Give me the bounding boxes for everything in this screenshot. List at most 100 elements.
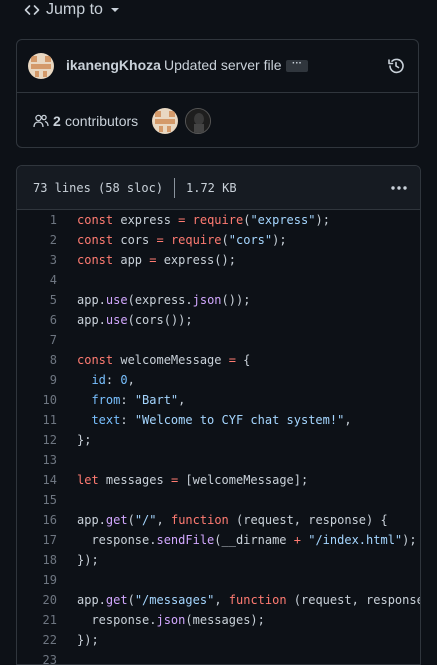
code-text: let messages = [welcomeMessage]; xyxy=(77,473,308,487)
code-line: 4 xyxy=(17,270,420,290)
code-token: text xyxy=(91,413,121,427)
code-icon xyxy=(24,5,40,15)
code-token: cors xyxy=(113,233,157,247)
contributors-count[interactable]: 2 xyxy=(53,113,61,129)
line-number[interactable]: 4 xyxy=(17,273,57,287)
code-token: get xyxy=(105,513,128,527)
code-token: , xyxy=(344,413,352,427)
code-text: from: "Bart", xyxy=(77,393,185,407)
line-number[interactable]: 23 xyxy=(17,653,57,664)
line-number[interactable]: 10 xyxy=(17,393,57,407)
line-number[interactable]: 2 xyxy=(17,233,57,247)
commit-message-link[interactable]: Updated server file xyxy=(164,57,282,73)
line-number[interactable]: 3 xyxy=(17,253,57,267)
code-token: ( xyxy=(221,233,229,247)
code-token: = xyxy=(228,353,236,367)
line-number[interactable]: 15 xyxy=(17,493,57,507)
code-token: , xyxy=(214,593,229,607)
commit-expand-button[interactable]: ··· xyxy=(286,59,308,72)
code-line: 21 response.json(messages); xyxy=(17,610,420,630)
line-number[interactable]: 19 xyxy=(17,573,57,587)
code-text: app.use(cors()); xyxy=(77,313,193,327)
code-text: id: 0, xyxy=(77,373,134,387)
line-number[interactable]: 12 xyxy=(17,433,57,447)
code-text: app.get("/", function (request, response… xyxy=(77,513,388,527)
line-number[interactable]: 9 xyxy=(17,373,57,387)
code-token: app. xyxy=(77,293,106,307)
code-token: use xyxy=(105,313,128,327)
file-header: 73 lines (58 sloc) 1.72 KB xyxy=(17,166,420,210)
code-token: ); xyxy=(402,533,417,547)
code-token: ( xyxy=(127,593,135,607)
contributors-row: 2 contributors xyxy=(17,93,418,149)
code-text: text: "Welcome to CYF chat system!", xyxy=(77,413,352,427)
code-text: }); xyxy=(77,553,99,567)
code-token: (express. xyxy=(127,293,193,307)
code-token: { xyxy=(235,353,251,367)
code-token: const xyxy=(77,213,114,227)
line-number[interactable]: 17 xyxy=(17,533,57,547)
line-number[interactable]: 18 xyxy=(17,553,57,567)
code-token: "/" xyxy=(134,513,157,527)
kebab-horizontal-icon[interactable] xyxy=(389,182,409,194)
code-token: app. xyxy=(77,513,106,527)
code-text: response.sendFile(__dirname + "/index.ht… xyxy=(77,533,417,547)
line-number[interactable]: 21 xyxy=(17,613,57,627)
contributor-avatar[interactable] xyxy=(185,108,211,134)
code-text: response.json(messages); xyxy=(77,613,264,627)
code-line: 5 app.use(express.json()); xyxy=(17,290,420,310)
code-token: app xyxy=(113,253,150,267)
code-line: 11 text: "Welcome to CYF chat system!", xyxy=(17,410,420,430)
code-line: 22}); xyxy=(17,630,420,650)
history-icon[interactable] xyxy=(386,56,406,76)
code-token: : xyxy=(120,393,135,407)
code-token: require xyxy=(192,213,244,227)
code-line: 3 const app = express(); xyxy=(17,250,420,270)
code-text: const cors = require("cors"); xyxy=(77,233,287,247)
code-token: use xyxy=(105,293,128,307)
code-token: from xyxy=(91,393,121,407)
contributors-label[interactable]: contributors xyxy=(65,113,138,129)
code-line: 15 xyxy=(17,490,420,510)
line-number[interactable]: 22 xyxy=(17,633,57,647)
code-token: messages xyxy=(98,473,171,487)
divider xyxy=(174,178,175,198)
code-token: [welcomeMessage]; xyxy=(178,473,309,487)
contributor-avatar[interactable] xyxy=(152,108,178,134)
line-number[interactable]: 13 xyxy=(17,453,57,467)
jump-to-menu[interactable]: Jump to xyxy=(24,0,119,20)
line-number[interactable]: 5 xyxy=(17,293,57,307)
code-line: 6 app.use(cors()); xyxy=(17,310,420,330)
code-token: const xyxy=(77,233,114,247)
line-number[interactable]: 7 xyxy=(17,333,57,347)
code-token: const xyxy=(77,253,114,267)
line-number[interactable]: 11 xyxy=(17,413,57,427)
code-token: app. xyxy=(77,313,106,327)
author-avatar[interactable] xyxy=(28,53,54,79)
code-token: ()); xyxy=(221,293,251,307)
code-token: require xyxy=(170,233,222,247)
line-number[interactable]: 1 xyxy=(17,213,57,227)
line-number[interactable]: 8 xyxy=(17,353,57,367)
commit-author-link[interactable]: ikanengKhoza xyxy=(66,57,161,73)
line-number[interactable]: 14 xyxy=(17,473,57,487)
line-number[interactable]: 16 xyxy=(17,513,57,527)
code-token: response. xyxy=(77,533,157,547)
code-line: 16 app.get("/", function (request, respon… xyxy=(17,510,420,530)
code-token: "express" xyxy=(250,213,316,227)
code-token: function xyxy=(228,593,287,607)
line-number[interactable]: 20 xyxy=(17,593,57,607)
line-number[interactable]: 6 xyxy=(17,313,57,327)
code-token: }); xyxy=(77,633,99,647)
code-line: 12}; xyxy=(17,430,420,450)
file-viewer: 73 lines (58 sloc) 1.72 KB 1 const expres… xyxy=(16,165,421,665)
code-token: : xyxy=(120,413,135,427)
code-token: 0 xyxy=(120,373,128,387)
code-line: 23 xyxy=(17,650,420,664)
code-line: 7 xyxy=(17,330,420,350)
